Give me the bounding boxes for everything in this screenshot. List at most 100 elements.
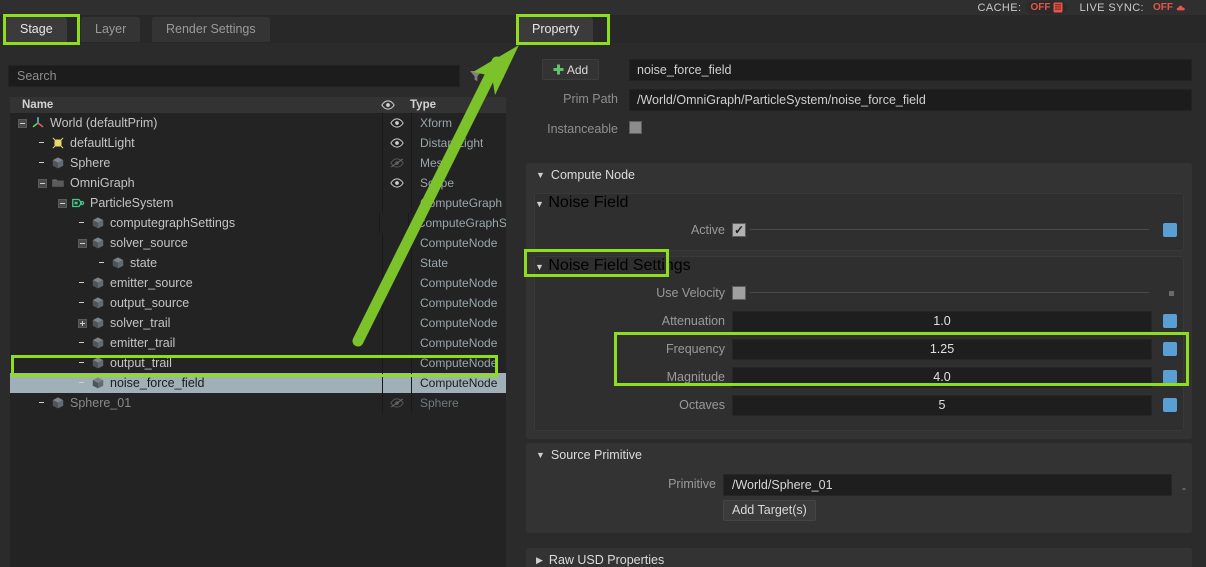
connection-indicator[interactable] [1163,370,1177,384]
connection-indicator-inactive[interactable] [1169,291,1174,296]
livesync-status-chip[interactable]: OFF [1149,1,1190,14]
value-field[interactable]: 4.0 [732,367,1152,388]
tree-row-sphere-01[interactable]: Sphere_01 Sphere [10,393,506,413]
expander-expanded-icon[interactable] [38,178,47,188]
value-field[interactable]: 1.0 [732,311,1152,332]
expander-expanded-icon[interactable] [58,198,67,208]
prim-name-field[interactable]: noise_force_field [629,59,1192,81]
tree-row-name: Sphere_01 [10,396,382,410]
slider-track[interactable] [750,292,1149,293]
source-primitive-label: Source Primitive [550,448,642,462]
tree-row-output-source[interactable]: output_source ComputeNode [10,293,506,313]
visibility-toggle[interactable] [382,113,412,133]
livesync-label: LIVE SYNC: [1079,1,1144,14]
add-targets-button[interactable]: Add Target(s) [723,500,816,521]
tree-row-name: emitter_trail [10,336,382,350]
tab-layer-label: Layer [95,22,127,36]
tree-row-label: solver_trail [110,316,171,330]
visibility-toggle[interactable] [382,133,412,153]
mesh-cube-icon [92,317,104,329]
expander-expanded-icon[interactable] [18,118,27,128]
checkbox-unchecked[interactable] [732,286,746,300]
tree-row-defaultlight[interactable]: defaultLight DistantLight [10,133,506,153]
tree-row-type: ComputeNode [420,236,498,250]
expander-collapsed-icon[interactable] [78,318,87,328]
tree-row-computegraphsettings[interactable]: computegraphSettings ComputeGraphS [10,213,506,233]
connection-indicator[interactable] [1163,398,1177,412]
tree-row-label: defaultLight [70,136,135,150]
tree-row-solver-source[interactable]: solver_source ComputeNode [10,233,506,253]
property-row-label: Active [690,223,725,237]
eye-hidden-icon[interactable] [390,398,404,408]
mesh-cube-icon [52,157,64,169]
search-input[interactable]: Search [8,65,460,87]
tab-stage[interactable]: Stage [6,17,67,42]
primitive-value-field[interactable]: /World/Sphere_01 [723,474,1172,496]
tree-row-emitter-source[interactable]: emitter_source ComputeNode [10,273,506,293]
eye-icon[interactable] [390,178,404,188]
tree-row-emitter-trail[interactable]: emitter_trail ComputeNode [10,333,506,353]
visibility-toggle[interactable] [382,173,412,193]
cache-status-chip[interactable]: OFF [1026,1,1068,14]
connection-indicator[interactable] [1163,223,1177,237]
tree-row-name: solver_trail [10,316,382,330]
instanceable-checkbox[interactable] [629,121,642,134]
database-icon [1053,2,1063,13]
tree-row-noise-force-field[interactable]: noise_force_field ComputeNode [10,373,506,393]
tree-row-world-defaultprim[interactable]: World (defaultPrim) Xform [10,113,506,133]
connection-indicator[interactable] [1163,314,1177,328]
tree-row-solver-trail[interactable]: solver_trail ComputeNode [10,313,506,333]
filter-funnel-icon[interactable] [468,68,484,84]
eye-icon[interactable] [390,118,404,128]
cache-status-value: OFF [1030,2,1051,13]
tree-row-name: ParticleSystem [10,196,382,210]
slider-track[interactable] [750,229,1149,230]
raw-usd-properties-title[interactable]: ▶ Raw USD Properties [536,553,664,567]
tab-property[interactable]: Property [518,17,594,42]
tab-layer[interactable]: Layer [81,17,141,42]
tree-row-omnigraph[interactable]: OmniGraph Scope [10,173,506,193]
source-primitive-title[interactable]: ▼ Source Primitive [536,448,642,462]
noise-field-settings-title[interactable]: ▼ Noise Field Settings [535,257,1183,275]
noise-field-label: Noise Field [548,194,629,211]
tree-row-name: solver_source [10,236,382,250]
compute-graph-icon [72,198,85,208]
visibility-toggle[interactable] [382,393,412,413]
noise-field-title[interactable]: ▼ Noise Field [535,194,1183,212]
stage-tree[interactable]: World (defaultPrim) Xform defaultLight Dist… [10,113,506,567]
tree-row-particlesystem[interactable]: ParticleSystem ComputeGraph [10,193,506,213]
tree-row-state[interactable]: state State [10,253,506,273]
tree-row-name: computegraphSettings [10,216,379,230]
value-field[interactable]: 1.25 [732,339,1152,360]
add-button[interactable]: Add [542,59,599,80]
source-primitive-group: ▼ Source Primitive Primitive /World/Sphe… [526,443,1192,533]
tab-render-settings[interactable]: Render Settings [152,17,270,42]
visibility-toggle [382,233,412,253]
tree-row-sphere[interactable]: Sphere Mesh [10,153,506,173]
prim-path-field[interactable]: /World/OmniGraph/ParticleSystem/noise_fo… [629,89,1192,111]
mesh-cube-icon [92,277,104,289]
property-row-octaves: Octaves 5 [535,393,1185,417]
remove-target-button[interactable]: - [1182,481,1186,495]
checkbox-checked[interactable]: ✓ [732,223,746,237]
expander-spacer [78,279,87,288]
visibility-toggle [382,273,412,293]
tree-row-output-trail[interactable]: output_trail ComputeNode [10,353,506,373]
visibility-toggle[interactable] [382,153,412,173]
raw-usd-properties-group[interactable]: ▶ Raw USD Properties [526,548,1192,567]
eye-icon[interactable] [390,138,404,148]
tree-header: Name Type [10,97,506,113]
value-field[interactable]: 5 [732,395,1152,416]
noise-field-settings-subgroup: ▼ Noise Field Settings Use Velocity Atten… [534,256,1184,431]
eye-hidden-icon[interactable] [390,158,404,168]
tree-row-type: ComputeGraphS [416,216,506,230]
list-options-icon[interactable] [490,68,506,84]
mesh-cube-icon [92,377,104,389]
tree-row-label: solver_source [110,236,188,250]
connection-indicator[interactable] [1163,342,1177,356]
property-row-attenuation: Attenuation 1.0 [535,309,1185,333]
property-row-label: Use Velocity [656,286,725,300]
compute-node-title[interactable]: ▼ Compute Node [536,168,635,182]
expander-expanded-icon[interactable] [78,238,87,248]
stage-tab-bar: Stage Layer Render Settings [0,15,512,43]
